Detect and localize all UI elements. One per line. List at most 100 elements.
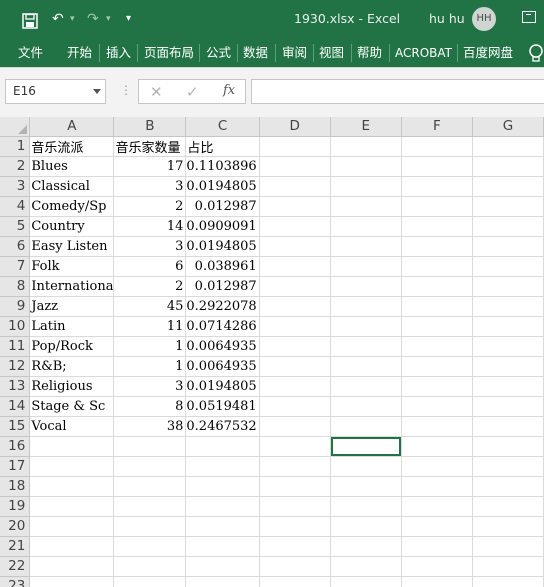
cell[interactable] [113, 436, 187, 457]
formula-input[interactable] [251, 79, 544, 104]
cell[interactable] [472, 576, 544, 587]
cell[interactable] [472, 456, 544, 477]
cell[interactable] [259, 336, 331, 357]
cell[interactable] [29, 496, 115, 517]
redo-dropdown-icon[interactable]: ▾ [106, 9, 111, 29]
cell[interactable] [29, 536, 115, 557]
share-cell[interactable]: 0.0519481 [185, 396, 260, 417]
cell[interactable] [330, 316, 402, 337]
row-header[interactable]: 20 [0, 516, 31, 537]
genre-cell[interactable]: Jazz [29, 296, 115, 317]
share-cell[interactable]: 0.012987 [185, 196, 260, 217]
count-cell[interactable]: 6 [113, 256, 187, 277]
tab-acrobat[interactable]: ACROBAT [395, 44, 452, 62]
cell[interactable] [472, 396, 544, 417]
column-header-b[interactable]: B [113, 117, 187, 137]
count-cell[interactable]: 3 [113, 236, 187, 257]
cell[interactable] [259, 276, 331, 297]
column-header-c[interactable]: C [185, 117, 260, 137]
cell[interactable] [29, 436, 115, 457]
avatar[interactable]: HH [472, 7, 496, 31]
row-header[interactable]: 21 [0, 536, 31, 557]
cell[interactable] [259, 316, 331, 337]
cell[interactable] [401, 376, 473, 397]
column-header-a[interactable]: A [29, 117, 115, 137]
count-cell[interactable]: 1 [113, 336, 187, 357]
cell[interactable] [472, 416, 544, 437]
cell[interactable] [185, 496, 260, 517]
count-cell[interactable]: 3 [113, 176, 187, 197]
cell[interactable] [472, 216, 544, 237]
cell[interactable] [330, 196, 402, 217]
more-options-icon[interactable]: ⋮ [120, 84, 132, 96]
cell[interactable] [401, 296, 473, 317]
row-header[interactable]: 3 [0, 176, 31, 197]
row-header[interactable]: 8 [0, 276, 31, 297]
cell[interactable] [472, 516, 544, 537]
cell[interactable] [472, 316, 544, 337]
tab-page-layout[interactable]: 页面布局 [144, 44, 194, 62]
row-header[interactable]: 9 [0, 296, 31, 317]
cell[interactable] [113, 516, 187, 537]
row-header[interactable]: 10 [0, 316, 31, 337]
cell[interactable] [330, 576, 402, 587]
count-cell[interactable]: 17 [113, 156, 187, 177]
cell[interactable] [330, 176, 402, 197]
cell[interactable] [401, 516, 473, 537]
cell-c1[interactable]: 占比 [185, 136, 260, 157]
cell[interactable] [185, 476, 260, 497]
cell[interactable] [259, 156, 331, 177]
share-cell[interactable]: 0.0194805 [185, 376, 260, 397]
share-cell[interactable]: 0.2922078 [185, 296, 260, 317]
cell[interactable] [113, 496, 187, 517]
undo-dropdown-icon[interactable]: ▾ [70, 9, 75, 29]
select-all-corner[interactable] [0, 117, 31, 137]
tab-home[interactable]: 开始 [67, 44, 92, 62]
cell[interactable] [401, 476, 473, 497]
cell[interactable] [330, 536, 402, 557]
count-cell[interactable]: 11 [113, 316, 187, 337]
row-header[interactable]: 17 [0, 456, 31, 477]
cell[interactable] [259, 396, 331, 417]
row-header[interactable]: 23 [0, 576, 31, 587]
cell[interactable] [259, 176, 331, 197]
cell[interactable] [472, 136, 544, 157]
cell[interactable] [401, 176, 473, 197]
cell[interactable] [401, 416, 473, 437]
cell[interactable] [330, 556, 402, 577]
cancel-icon[interactable]: ✕ [150, 83, 163, 101]
share-cell[interactable]: 0.0909091 [185, 216, 260, 237]
count-cell[interactable]: 2 [113, 276, 187, 297]
count-cell[interactable]: 8 [113, 396, 187, 417]
genre-cell[interactable]: Country [29, 216, 115, 237]
cell[interactable] [472, 376, 544, 397]
row-header[interactable]: 11 [0, 336, 31, 357]
cell[interactable] [401, 396, 473, 417]
cell[interactable] [113, 476, 187, 497]
cell[interactable] [259, 516, 331, 537]
genre-cell[interactable]: Comedy/Sp [29, 196, 115, 217]
cell[interactable] [330, 516, 402, 537]
cell[interactable] [401, 316, 473, 337]
count-cell[interactable]: 38 [113, 416, 187, 437]
tab-view[interactable]: 视图 [319, 44, 344, 62]
tab-formulas[interactable]: 公式 [206, 44, 231, 62]
genre-cell[interactable]: Pop/Rock [29, 336, 115, 357]
cell[interactable] [259, 216, 331, 237]
cell[interactable] [330, 476, 402, 497]
cell[interactable] [472, 356, 544, 377]
cell[interactable] [185, 536, 260, 557]
row-header[interactable]: 2 [0, 156, 31, 177]
cell-b1[interactable]: 音乐家数量 [113, 136, 187, 157]
enter-icon[interactable]: ✓ [186, 83, 199, 101]
row-header[interactable]: 5 [0, 216, 31, 237]
cell[interactable] [472, 276, 544, 297]
cell[interactable] [401, 256, 473, 277]
cell[interactable] [330, 236, 402, 257]
share-cell[interactable]: 0.038961 [185, 256, 260, 277]
genre-cell[interactable]: Internationa [29, 276, 115, 297]
cell[interactable] [330, 416, 402, 437]
cell[interactable] [185, 556, 260, 577]
cell[interactable] [259, 136, 331, 157]
genre-cell[interactable]: Stage & Sc [29, 396, 115, 417]
